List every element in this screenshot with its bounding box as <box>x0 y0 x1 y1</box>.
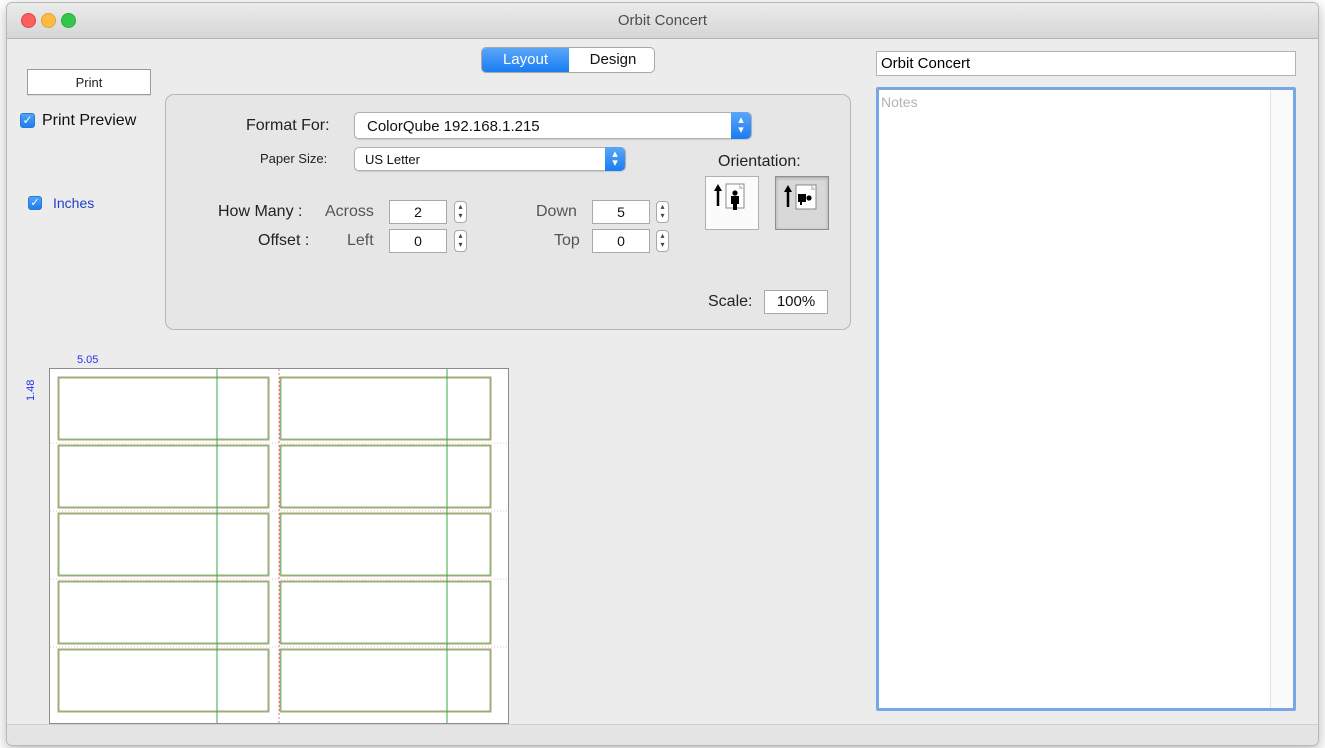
paper-size-label: Paper Size: <box>260 151 328 166</box>
print-preview-label: Print Preview <box>42 112 137 129</box>
across-field[interactable]: 2 <box>389 200 447 224</box>
format-for-popup[interactable]: ColorQube 192.168.1.215 ▴ ▾ <box>354 112 752 139</box>
landscape-orientation-icon <box>784 184 817 210</box>
label-inner-guide <box>58 513 269 576</box>
portrait-orientation-button[interactable] <box>705 176 759 230</box>
paper-size-value: US Letter <box>365 152 420 167</box>
label-cell <box>57 580 270 645</box>
label-inner-guide <box>280 649 491 712</box>
label-cell <box>279 376 492 441</box>
chevron-updown-icon: ▴ ▾ <box>605 147 625 171</box>
top-offset-stepper[interactable]: ▴ ▾ <box>656 230 669 252</box>
notes-area[interactable] <box>876 87 1296 711</box>
label-inner-guide <box>280 445 491 508</box>
orientation-label: Orientation: <box>718 153 801 170</box>
chevron-updown-icon: ▴ ▾ <box>731 112 751 139</box>
preview-height-label: 1.48 <box>25 379 37 401</box>
window-title: Orbit Concert <box>617 12 708 29</box>
notes-scrollbar[interactable] <box>1270 90 1293 708</box>
offset-label: Offset : <box>258 232 310 249</box>
label-inner-guide <box>280 377 491 440</box>
label-layout-preview[interactable] <box>49 368 509 724</box>
label-inner-guide <box>280 513 491 576</box>
print-preview-checkbox[interactable]: ✓ <box>20 113 35 128</box>
tab-layout[interactable]: Layout <box>482 48 569 72</box>
inches-label: Inches <box>53 195 95 211</box>
left-offset-stepper[interactable]: ▴ ▾ <box>454 230 467 252</box>
status-bar <box>7 724 1318 745</box>
format-panel: Format For: ColorQube 192.168.1.215 ▴ ▾ P… <box>165 94 851 330</box>
notes-textarea[interactable] <box>879 90 1271 708</box>
title-bar[interactable]: Orbit Concert <box>7 3 1318 39</box>
label-cell <box>279 444 492 509</box>
across-label: Across <box>325 203 374 220</box>
down-field[interactable]: 5 <box>592 200 650 224</box>
label-cell <box>279 580 492 645</box>
landscape-orientation-button[interactable] <box>775 176 829 230</box>
format-for-label: Format For: <box>246 117 330 134</box>
label-cell <box>57 512 270 577</box>
label-inner-guide <box>58 649 269 712</box>
scale-field[interactable]: 100% <box>764 290 828 314</box>
tab-design[interactable]: Design <box>570 48 654 72</box>
label-grid <box>50 369 508 723</box>
format-for-value: ColorQube 192.168.1.215 <box>367 118 540 135</box>
how-many-label: How Many : <box>218 203 303 220</box>
document-name-field[interactable]: Orbit Concert <box>876 51 1296 76</box>
portrait-orientation-icon <box>714 183 745 210</box>
left-label: Left <box>347 232 374 249</box>
down-label: Down <box>536 203 577 220</box>
layout-design-segmented-control: Layout Design <box>481 47 655 73</box>
label-inner-guide <box>58 581 269 644</box>
label-cell <box>279 512 492 577</box>
paper-size-popup[interactable]: US Letter ▴ ▾ <box>354 147 626 171</box>
label-cell <box>279 648 492 713</box>
inches-checkbox[interactable]: ✓ <box>28 196 42 210</box>
top-offset-field[interactable]: 0 <box>592 229 650 253</box>
label-inner-guide <box>58 445 269 508</box>
label-cell <box>57 376 270 441</box>
label-cell <box>57 444 270 509</box>
label-inner-guide <box>58 377 269 440</box>
scale-label: Scale: <box>708 293 753 310</box>
label-cell <box>57 648 270 713</box>
preview-width-label: 5.05 <box>77 354 99 366</box>
left-offset-field[interactable]: 0 <box>389 229 447 253</box>
down-stepper[interactable]: ▴ ▾ <box>656 201 669 223</box>
main-window: Orbit Concert Layout Design Print ✓ Prin… <box>6 2 1319 746</box>
label-inner-guide <box>280 581 491 644</box>
top-label: Top <box>554 232 580 249</box>
across-stepper[interactable]: ▴ ▾ <box>454 201 467 223</box>
print-button[interactable]: Print <box>27 69 151 95</box>
